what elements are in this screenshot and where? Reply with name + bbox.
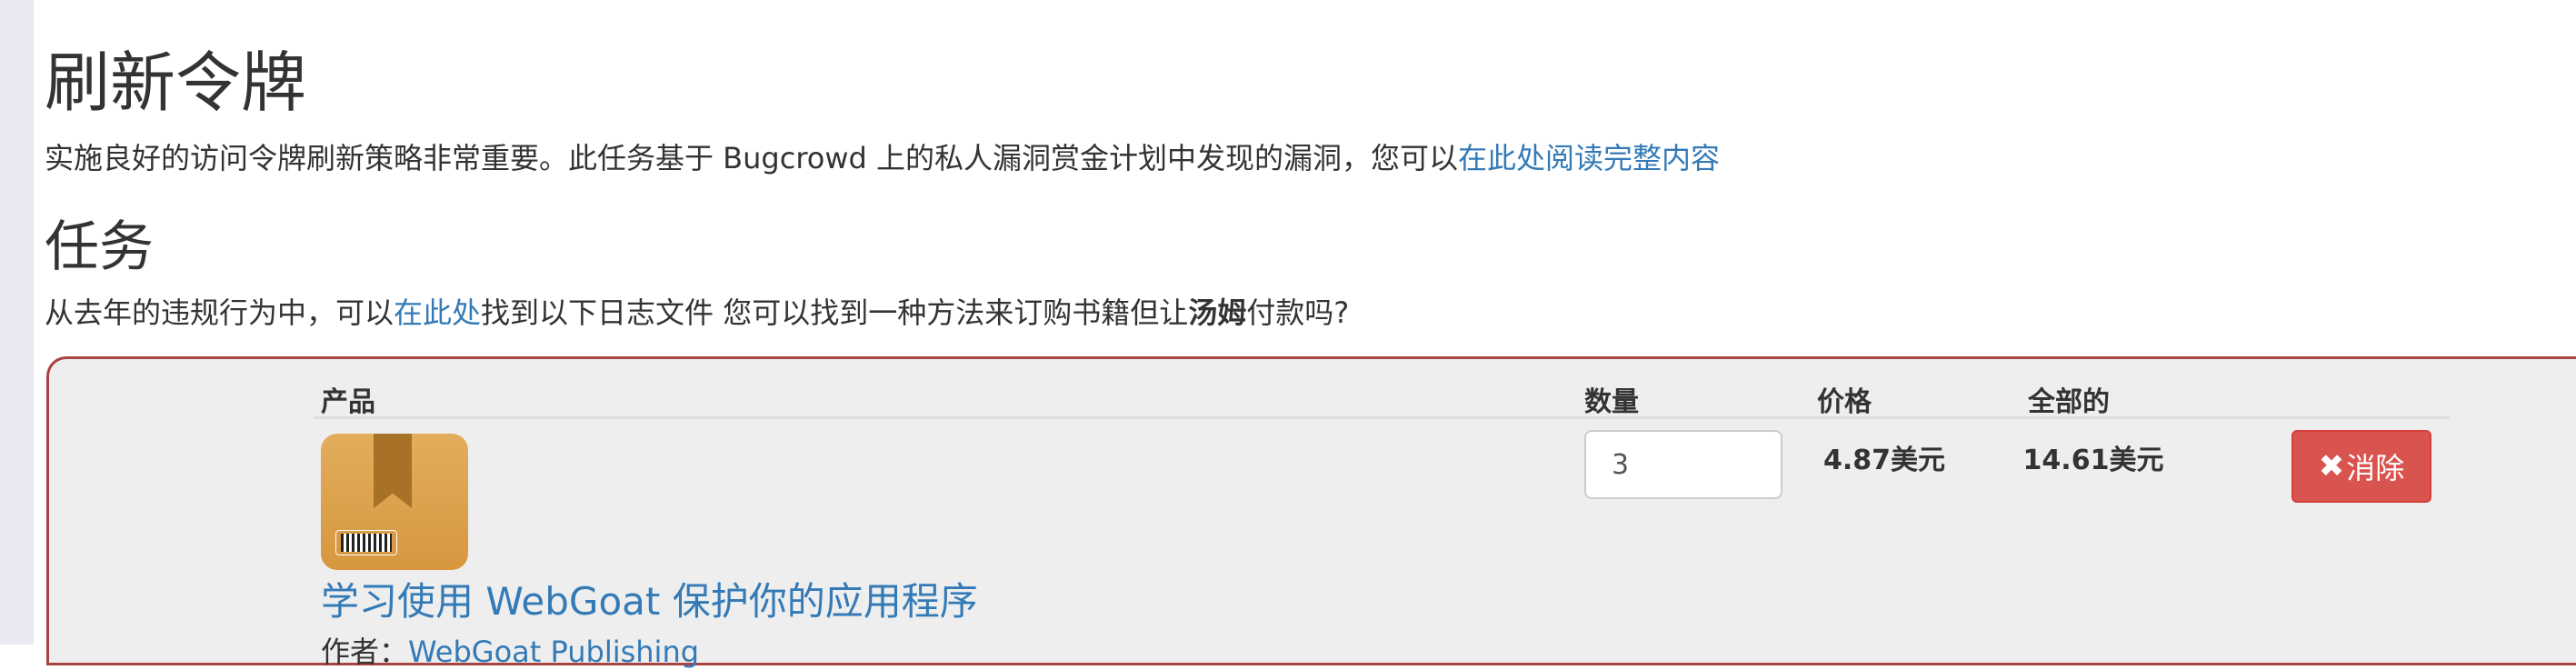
header-quantity: 数量 [1584, 386, 1639, 418]
task-heading: 任务 [45, 215, 154, 279]
header-total: 全部的 [2028, 386, 2110, 418]
cart-item-row: 学习使用 WebGoat 保护你的应用程序 作者：WebGoat Publish… [314, 419, 2450, 669]
intro-text: 实施良好的访问令牌刷新策略非常重要。此任务基于 Bugcrowd 上的私人漏洞赏… [45, 141, 1459, 175]
author-label: 作者： [321, 635, 409, 669]
assignment-panel: 产品 数量 价格 全部的 学习使用 WebGoat 保护你的应用程序 作者：We… [46, 356, 2576, 669]
cart-table: 产品 数量 价格 全部的 学习使用 WebGoat 保护你的应用程序 作者：We… [314, 372, 2450, 669]
quantity-input[interactable] [1584, 430, 1782, 499]
product-title-link[interactable]: 学习使用 WebGoat 保护你的应用程序 [321, 575, 978, 628]
read-full-link[interactable]: 在此处阅读完整内容 [1458, 141, 1720, 175]
product-author: 作者：WebGoat Publishing [321, 634, 699, 670]
remove-label: 消除 [2346, 451, 2405, 485]
task-text-end: 付款吗? [1246, 295, 1350, 330]
main-content: 刷新令牌 实施良好的访问令牌刷新策略非常重要。此任务基于 Bugcrowd 上的… [45, 0, 2576, 669]
page-title: 刷新令牌 [45, 45, 307, 121]
barcode-icon [335, 530, 397, 555]
author-link[interactable]: WebGoat Publishing [408, 635, 699, 669]
left-gutter [0, 0, 34, 645]
package-box-icon [321, 434, 468, 570]
box-ribbon [374, 434, 412, 508]
item-price: 4.87美元 [1822, 445, 1946, 476]
cart-header-row: 产品 数量 价格 全部的 [314, 372, 2450, 419]
task-description: 从去年的违规行为中，可以在此处找到以下日志文件 您可以找到一种方法来订购书籍但让… [45, 291, 1349, 335]
intro-paragraph: 实施良好的访问令牌刷新策略非常重要。此任务基于 Bugcrowd 上的私人漏洞赏… [45, 136, 1720, 180]
header-price: 价格 [1817, 386, 1872, 418]
item-total: 14.61美元 [2022, 445, 2164, 476]
x-icon: ✖ [2318, 448, 2345, 485]
task-text-after: 找到以下日志文件 您可以找到一种方法来订购书籍但让 [481, 295, 1189, 330]
remove-button[interactable]: ✖ 消除 [2291, 430, 2431, 503]
task-text-before: 从去年的违规行为中，可以 [45, 295, 394, 330]
tom-name: 汤姆 [1188, 295, 1247, 330]
header-product: 产品 [321, 386, 375, 418]
log-file-link[interactable]: 在此处 [394, 295, 481, 330]
